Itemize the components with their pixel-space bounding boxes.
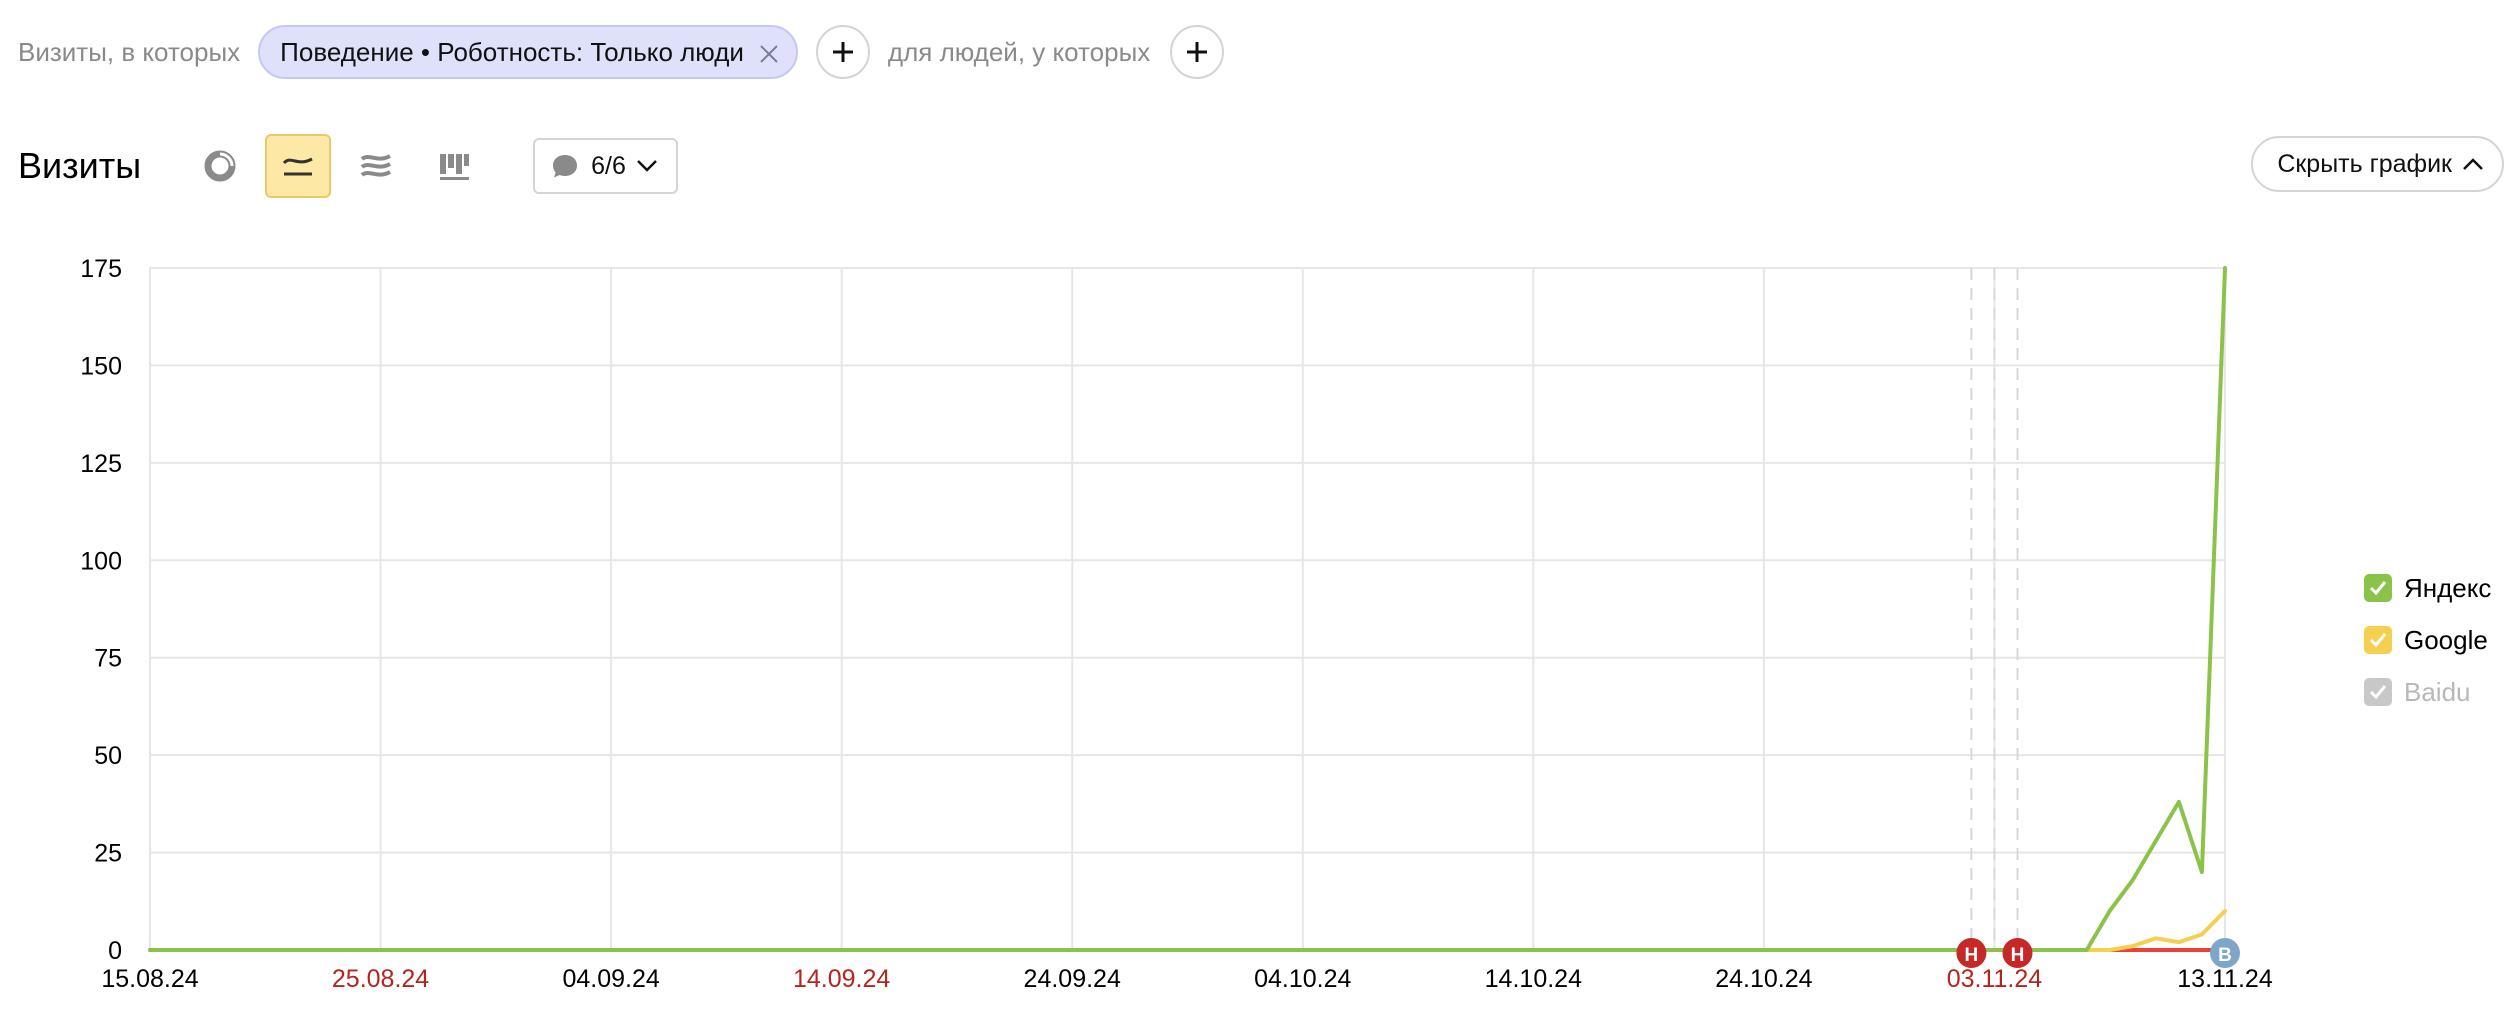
- page-title: Визиты: [18, 145, 142, 186]
- x-tick-label: 03.11.24: [1947, 965, 2043, 993]
- bar-chart-icon: [440, 154, 470, 180]
- legend-item-google[interactable]: Google: [2364, 614, 2491, 666]
- x-tick-label: 14.09.24: [793, 965, 890, 993]
- x-tick-label: 24.10.24: [1715, 965, 1812, 993]
- y-tick-label: 125: [80, 450, 122, 478]
- checkbox-icon: [2364, 678, 2392, 706]
- y-tick-label: 75: [94, 645, 122, 673]
- checkbox-icon: [2364, 574, 2392, 602]
- people-filter-label: для людей, у которых: [887, 36, 1151, 67]
- y-tick-label: 150: [80, 352, 122, 380]
- area-chart-icon: [360, 154, 392, 177]
- bar-chart-button[interactable]: [421, 134, 487, 198]
- segment-filter-bar: Визиты, в которых Поведение • Роботность…: [18, 24, 1225, 80]
- line-chart-button[interactable]: [265, 134, 332, 198]
- hide-chart-label: Скрыть график: [2277, 149, 2452, 178]
- x-tick-label: 24.09.24: [1024, 965, 1121, 993]
- chevron-down-icon: [636, 160, 657, 172]
- x-tick-label: 04.10.24: [1254, 965, 1351, 993]
- chart-legend: Яндекс Google Baidu: [2364, 562, 2491, 718]
- legend-label-baidu: Baidu: [2404, 676, 2471, 707]
- legend-item-baidu[interactable]: Baidu: [2364, 666, 2491, 718]
- robot-filter-chip-label: Поведение • Роботность: Только люди: [280, 36, 744, 67]
- x-tick-label: 04.09.24: [562, 965, 659, 993]
- y-tick-label: 25: [94, 840, 122, 868]
- line-chart-icon: [282, 157, 313, 176]
- y-tick-label: 50: [94, 742, 122, 770]
- plus-icon: [832, 42, 853, 62]
- visits-filter-label: Визиты, в которых: [18, 36, 241, 67]
- plot-area-border: [149, 267, 2226, 951]
- pie-chart-icon: [204, 150, 236, 182]
- checkbox-icon: [2364, 626, 2392, 654]
- x-tick-label: 15.08.24: [101, 965, 198, 993]
- add-people-filter-button[interactable]: [1170, 25, 1225, 79]
- pie-chart-button[interactable]: [187, 134, 253, 198]
- x-tick-label: 25.08.24: [332, 965, 429, 993]
- robot-filter-chip[interactable]: Поведение • Роботность: Только люди: [258, 25, 798, 79]
- marker-letter: В: [2218, 945, 2232, 966]
- y-tick-label: 100: [80, 547, 122, 575]
- series-line-yandex: [148, 266, 2227, 952]
- chevron-up-icon: [2463, 158, 2483, 170]
- add-visit-filter-button[interactable]: [815, 25, 870, 79]
- plus-icon: [1187, 42, 1208, 62]
- marker-letter: Н: [1965, 945, 1979, 966]
- x-tick-label: 14.10.24: [1485, 965, 1582, 993]
- legend-label-google: Google: [2404, 624, 2488, 655]
- legend-label-yandex: Яндекс: [2404, 572, 2492, 603]
- comment-icon: [553, 155, 578, 178]
- notes-dropdown[interactable]: 6/6: [533, 138, 678, 194]
- marker-letter: Н: [2011, 945, 2025, 966]
- legend-item-yandex[interactable]: Яндекс: [2364, 562, 2491, 614]
- area-chart-button[interactable]: [343, 134, 409, 198]
- notes-count: 6/6: [591, 151, 626, 180]
- x-tick-label: 13.11.24: [2177, 965, 2273, 993]
- visits-line-chart: 0 25 50 75 100 125 150 175 15.08.24 25.08.24 04.09…: [80, 255, 2273, 993]
- y-tick-label: 0: [108, 937, 122, 965]
- hide-chart-button[interactable]: Скрыть график: [2251, 136, 2504, 192]
- series-line-google: [148, 909, 2227, 952]
- chart-toolbar: Визиты 6/6: [18, 134, 678, 198]
- close-icon[interactable]: [758, 41, 780, 63]
- y-tick-label: 175: [80, 255, 122, 283]
